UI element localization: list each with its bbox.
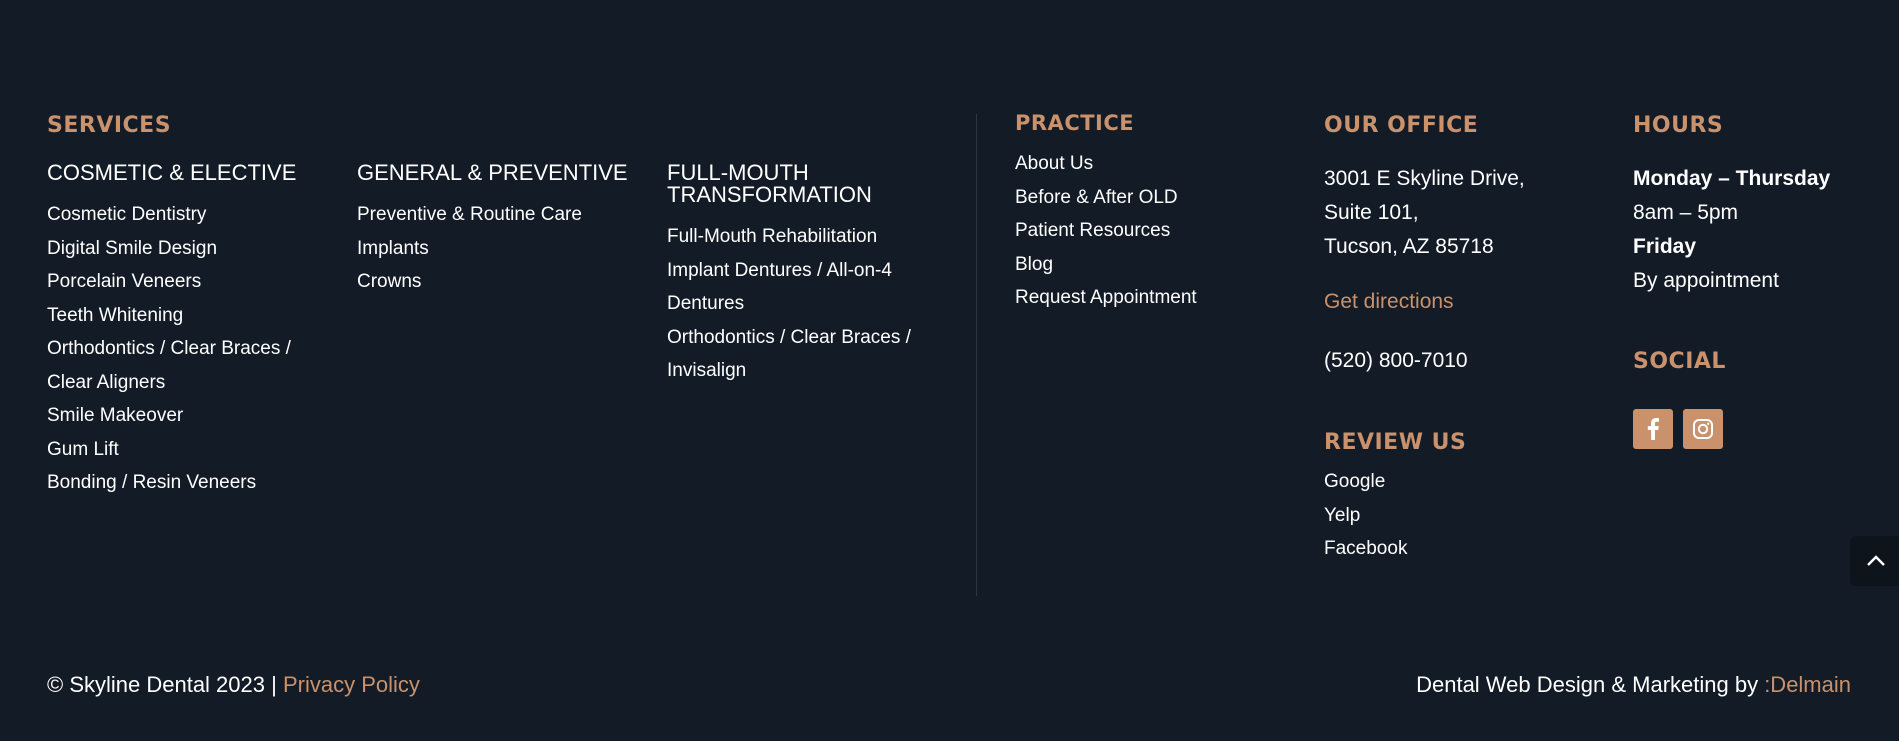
list-item[interactable]: Orthodontics / Clear Braces / xyxy=(667,321,911,355)
porcelain-veneers-link[interactable]: Porcelain Veneers xyxy=(47,271,201,292)
gum-lift-link[interactable]: Gum Lift xyxy=(47,439,119,460)
facebook-icon xyxy=(1647,418,1659,440)
list-item[interactable]: Facebook xyxy=(1324,532,1407,566)
list-item[interactable]: Preventive & Routine Care xyxy=(357,198,582,232)
instagram-button[interactable] xyxy=(1683,409,1723,449)
list-item[interactable]: Blog xyxy=(1015,248,1197,282)
before-after-link[interactable]: Before & After OLD xyxy=(1015,187,1178,208)
copyright: © Skyline Dental 2023 | Privacy Policy xyxy=(47,672,420,698)
list-item[interactable]: Implant Dentures / All-on-4 xyxy=(667,254,911,288)
list-item[interactable]: Invisalign xyxy=(667,354,911,388)
cosmetic-list: Cosmetic Dentistry Digital Smile Design … xyxy=(47,198,291,500)
yelp-review-link[interactable]: Yelp xyxy=(1324,505,1360,526)
implants-link[interactable]: Implants xyxy=(357,238,429,259)
preventive-care-link[interactable]: Preventive & Routine Care xyxy=(357,204,582,225)
orthodontics-link[interactable]: Orthodontics / Clear Braces / xyxy=(667,327,911,348)
cosmetic-dentistry-link[interactable]: Cosmetic Dentistry xyxy=(47,204,206,225)
patient-resources-link[interactable]: Patient Resources xyxy=(1015,220,1170,241)
list-item[interactable]: Gum Lift xyxy=(47,433,291,467)
smile-makeover-link[interactable]: Smile Makeover xyxy=(47,405,183,426)
list-item[interactable]: Google xyxy=(1324,465,1407,499)
social-heading: SOCIAL xyxy=(1633,349,1726,374)
teeth-whitening-link[interactable]: Teeth Whitening xyxy=(47,305,183,326)
list-item[interactable]: Orthodontics / Clear Braces / xyxy=(47,332,291,366)
facebook-button[interactable] xyxy=(1633,409,1673,449)
review-heading: REVIEW US xyxy=(1324,430,1467,455)
list-item[interactable]: Crowns xyxy=(357,265,582,299)
column-divider xyxy=(976,114,977,596)
hours-day-2: Friday xyxy=(1633,235,1697,258)
services-heading: SERVICES xyxy=(47,113,172,138)
hours-day-1: Monday – Thursday xyxy=(1633,167,1831,190)
bonding-veneers-link[interactable]: Bonding / Resin Veneers xyxy=(47,472,256,493)
instagram-icon xyxy=(1693,419,1713,439)
hours-time-2: By appointment xyxy=(1633,269,1779,292)
list-item[interactable]: Before & After OLD xyxy=(1015,181,1197,215)
fullmouth-title-line1: FULL-MOUTH xyxy=(667,160,809,185)
list-item[interactable]: Smile Makeover xyxy=(47,399,291,433)
list-item[interactable]: Porcelain Veneers xyxy=(47,265,291,299)
office-phone[interactable]: (520) 800-7010 xyxy=(1324,344,1468,378)
cosmetic-elective-title: COSMETIC & ELECTIVE xyxy=(47,160,297,185)
copyright-text: © Skyline Dental 2023 | xyxy=(47,672,283,697)
full-mouth-rehab-link[interactable]: Full-Mouth Rehabilitation xyxy=(667,226,877,247)
privacy-policy-link[interactable]: Privacy Policy xyxy=(283,672,420,697)
blog-link[interactable]: Blog xyxy=(1015,254,1053,275)
crowns-link[interactable]: Crowns xyxy=(357,271,421,292)
facebook-review-link[interactable]: Facebook xyxy=(1324,538,1407,559)
list-item[interactable]: Implants xyxy=(357,232,582,266)
hours-time-1: 8am – 5pm xyxy=(1633,201,1739,224)
hours-info: Monday – Thursday 8am – 5pm Friday By ap… xyxy=(1633,162,1830,298)
scroll-to-top-button[interactable] xyxy=(1850,536,1899,586)
fullmouth-list: Full-Mouth Rehabilitation Implant Dentur… xyxy=(667,220,911,388)
credit: Dental Web Design & Marketing by :Delmai… xyxy=(1416,672,1851,698)
fullmouth-title-line2: TRANSFORMATION xyxy=(667,182,872,207)
list-item[interactable]: Teeth Whitening xyxy=(47,299,291,333)
list-item[interactable]: Full-Mouth Rehabilitation xyxy=(667,220,911,254)
clear-aligners-link[interactable]: Clear Aligners xyxy=(47,372,165,393)
review-list: Google Yelp Facebook xyxy=(1324,465,1407,566)
list-item[interactable]: Digital Smile Design xyxy=(47,232,291,266)
practice-heading: PRACTICE xyxy=(1015,111,1135,135)
get-directions-link[interactable]: Get directions xyxy=(1324,290,1454,313)
list-item[interactable]: Request Appointment xyxy=(1015,281,1197,315)
address-line-3: Tucson, AZ 85718 xyxy=(1324,235,1494,258)
general-preventive-title: GENERAL & PREVENTIVE xyxy=(357,160,628,185)
orthodontics-link[interactable]: Orthodontics / Clear Braces / xyxy=(47,338,291,359)
address-line-1: 3001 E Skyline Drive, xyxy=(1324,167,1525,190)
credit-text: Dental Web Design & Marketing by xyxy=(1416,672,1765,697)
implant-dentures-link[interactable]: Implant Dentures / All-on-4 xyxy=(667,260,892,281)
hours-heading: HOURS xyxy=(1633,113,1724,138)
directions-wrapper: Get directions xyxy=(1324,285,1454,319)
digital-smile-design-link[interactable]: Digital Smile Design xyxy=(47,238,217,259)
list-item[interactable]: Bonding / Resin Veneers xyxy=(47,466,291,500)
office-address: 3001 E Skyline Drive, Suite 101, Tucson,… xyxy=(1324,162,1525,264)
general-list: Preventive & Routine Care Implants Crown… xyxy=(357,198,582,299)
list-item[interactable]: About Us xyxy=(1015,147,1197,181)
about-us-link[interactable]: About Us xyxy=(1015,153,1093,174)
list-item[interactable]: Patient Resources xyxy=(1015,214,1197,248)
google-review-link[interactable]: Google xyxy=(1324,471,1385,492)
office-heading: OUR OFFICE xyxy=(1324,113,1479,138)
list-item[interactable]: Dentures xyxy=(667,287,911,321)
invisalign-link[interactable]: Invisalign xyxy=(667,360,746,381)
list-item[interactable]: Clear Aligners xyxy=(47,366,291,400)
request-appointment-link[interactable]: Request Appointment xyxy=(1015,287,1197,308)
list-item[interactable]: Yelp xyxy=(1324,499,1407,533)
delmain-link[interactable]: :Delmain xyxy=(1764,672,1851,697)
list-item[interactable]: Cosmetic Dentistry xyxy=(47,198,291,232)
practice-list: About Us Before & After OLD Patient Reso… xyxy=(1015,147,1197,315)
dentures-link[interactable]: Dentures xyxy=(667,293,744,314)
address-line-2: Suite 101, xyxy=(1324,201,1419,224)
chevron-up-icon xyxy=(1867,555,1885,566)
